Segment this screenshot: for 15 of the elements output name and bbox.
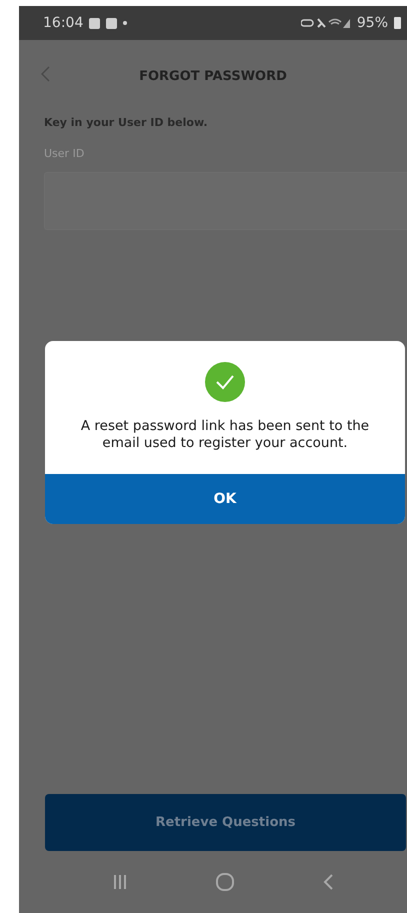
battery-percent: 95% [356, 15, 388, 31]
ok-button[interactable]: OK [45, 474, 405, 524]
recent-apps-icon[interactable] [113, 874, 128, 890]
back-icon[interactable] [322, 874, 333, 890]
page-title: FORGOT PASSWORD [139, 68, 287, 84]
more-notifications-icon [123, 21, 128, 25]
home-icon[interactable] [216, 873, 234, 891]
success-check-icon [205, 362, 245, 402]
status-time: 16:04 [43, 15, 84, 31]
retrieve-questions-button[interactable]: Retrieve Questions [45, 794, 406, 851]
back-icon[interactable] [41, 66, 50, 82]
dialog-message: A reset password link has been sent to the email used to register your account. [80, 418, 370, 452]
status-icons-drawing [300, 17, 351, 29]
battery-icon [394, 17, 401, 29]
instruction-text: Key in your User ID below. [44, 116, 209, 129]
